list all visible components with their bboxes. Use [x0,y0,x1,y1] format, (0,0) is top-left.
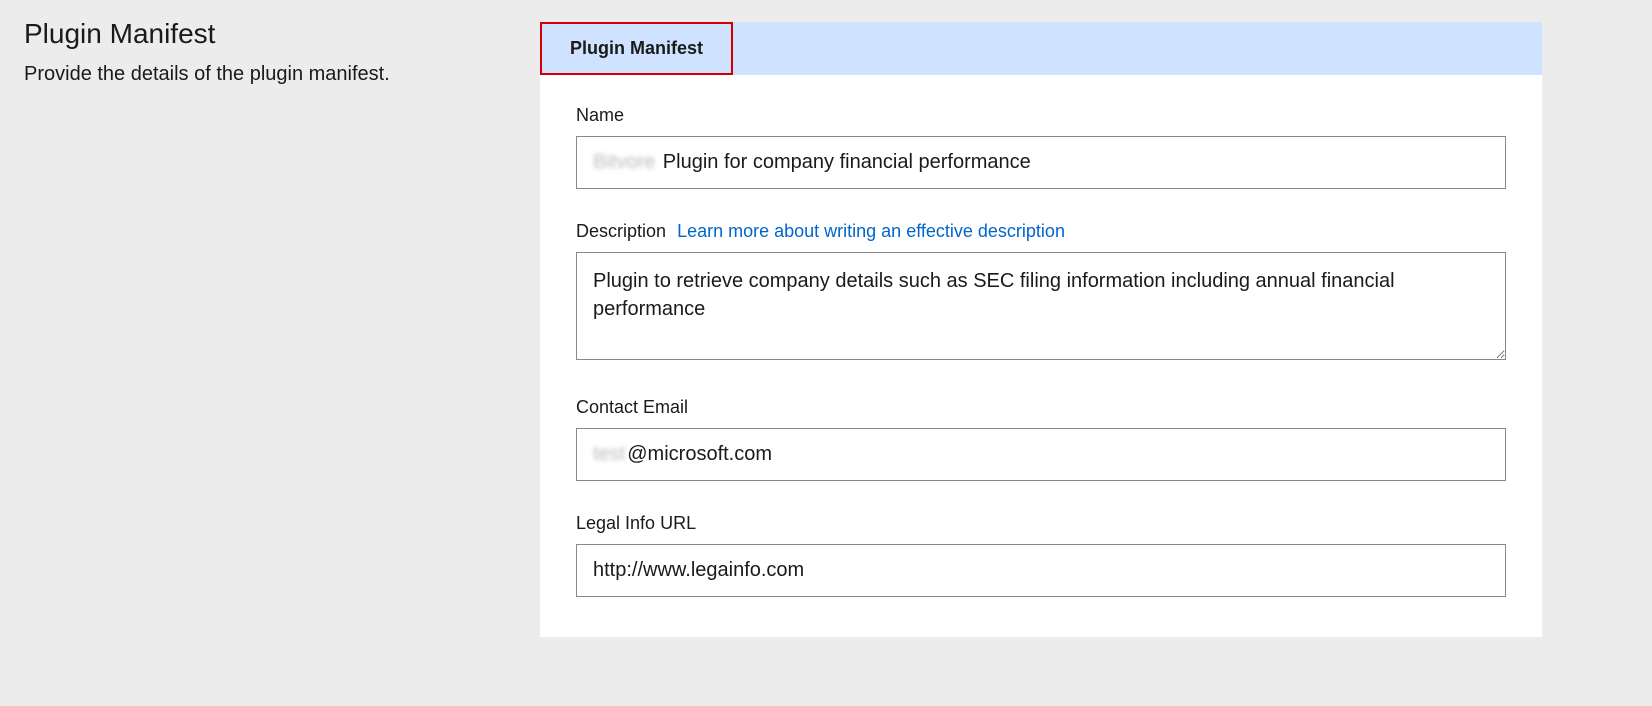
tab-header: Plugin Manifest [540,22,1542,75]
name-input-text: Plugin for company financial performance [657,151,1031,173]
page-title: Plugin Manifest [24,18,516,50]
page-subtitle: Provide the details of the plugin manife… [24,60,516,89]
legal-info-url-input[interactable]: http://www.legainfo.com [576,544,1506,597]
description-learn-more-link[interactable]: Learn more about writing an effective de… [677,221,1065,241]
description-label: Description Learn more about writing an … [576,221,1506,242]
name-input[interactable]: Bitvore Plugin for company financial per… [576,136,1506,189]
legal-info-url-label: Legal Info URL [576,513,1506,534]
description-textarea[interactable] [576,252,1506,360]
description-label-text: Description [576,221,666,241]
contact-email-text: @microsoft.com [627,443,772,465]
contact-email-label: Contact Email [576,397,1506,418]
contact-email-input[interactable]: test@microsoft.com [576,428,1506,481]
name-input-prefix: Bitvore [593,151,655,173]
contact-email-prefix: test [593,443,625,465]
tab-plugin-manifest[interactable]: Plugin Manifest [540,22,733,75]
name-label: Name [576,105,1506,126]
legal-info-url-text: http://www.legainfo.com [593,559,804,581]
